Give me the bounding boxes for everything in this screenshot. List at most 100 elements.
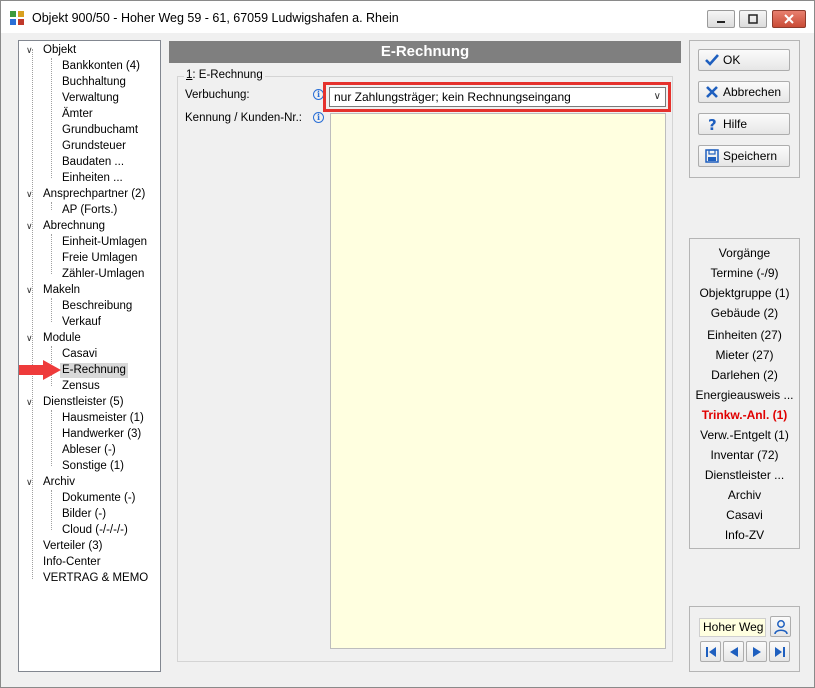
collapse-chevron-icon[interactable]: ∨ — [26, 285, 36, 295]
tree-connector — [32, 49, 33, 579]
tree-connector — [51, 298, 52, 322]
tree-item-objekt[interactable]: Objekt — [43, 43, 76, 58]
tree-item-ansprechpartner[interactable]: Ansprechpartner (2) — [43, 187, 145, 202]
tree-connector — [51, 202, 52, 210]
previous-record-button[interactable] — [723, 641, 744, 662]
tree-item-info-center[interactable]: Info-Center — [43, 555, 101, 570]
tree-item-einheit-umlagen[interactable]: Einheit-Umlagen — [62, 235, 147, 250]
kennung-textarea[interactable] — [330, 113, 666, 649]
tree-item-dokumente[interactable]: Dokumente (-) — [62, 491, 136, 506]
page-title: E-Rechnung — [169, 41, 681, 63]
help-icon: ? — [708, 116, 717, 132]
nav-mieter[interactable]: Mieter (27) — [690, 348, 799, 362]
nav-energieausweis[interactable]: Energieausweis ... — [690, 388, 799, 402]
tree-item-verteiler[interactable]: Verteiler (3) — [43, 539, 102, 554]
tree-item-freie-umlagen[interactable]: Freie Umlagen — [62, 251, 137, 266]
person-icon — [774, 620, 788, 635]
tree-item-zensus[interactable]: Zensus — [62, 379, 100, 394]
tree-item-beschreibung[interactable]: Beschreibung — [62, 299, 132, 314]
save-disk-icon — [705, 149, 719, 163]
first-record-button[interactable] — [700, 641, 721, 662]
speichern-label: Speichern — [723, 149, 778, 163]
svg-text:?: ? — [708, 116, 717, 132]
tree-item-module[interactable]: Module — [43, 331, 81, 346]
info-icon[interactable]: i — [313, 112, 324, 123]
nav-gebaeude[interactable]: Gebäude (2) — [690, 306, 799, 320]
minimize-button[interactable] — [707, 10, 735, 28]
tree-item-ap-forts[interactable]: AP (Forts.) — [62, 203, 117, 218]
group-label: 1: E-Rechnung — [184, 69, 265, 81]
navigation-tree: ∨ Objekt Bankkonten (4) Buchhaltung Verw… — [18, 40, 161, 672]
tree-item-casavi[interactable]: Casavi — [62, 347, 97, 362]
collapse-chevron-icon[interactable]: ∨ — [26, 397, 36, 407]
verbuchung-select[interactable]: nur Zahlungsträger; kein Rechnungseingan… — [329, 87, 666, 107]
collapse-chevron-icon[interactable]: ∨ — [26, 477, 36, 487]
nav-casavi[interactable]: Casavi — [690, 508, 799, 522]
collapse-chevron-icon[interactable]: ∨ — [26, 333, 36, 343]
nav-termine[interactable]: Termine (-/9) — [690, 266, 799, 280]
tree-item-vertrag-memo[interactable]: VERTRAG & MEMO — [43, 571, 148, 586]
nav-inventar[interactable]: Inventar (72) — [690, 448, 799, 462]
tree-connector — [51, 234, 52, 274]
maximize-button[interactable] — [739, 10, 767, 28]
tree-connector — [51, 58, 52, 178]
tree-item-baudaten[interactable]: Baudaten ... — [62, 155, 124, 170]
tree-item-bilder[interactable]: Bilder (-) — [62, 507, 106, 522]
tree-item-makeln[interactable]: Makeln — [43, 283, 80, 298]
close-icon — [784, 14, 794, 24]
nav-objektgruppe[interactable]: Objektgruppe (1) — [690, 286, 799, 300]
last-record-icon — [775, 647, 785, 657]
chevron-down-icon[interactable]: ∨ — [654, 88, 661, 106]
ok-button[interactable]: OK — [698, 49, 790, 71]
tree-item-ableser[interactable]: Ableser (-) — [62, 443, 116, 458]
next-record-button[interactable] — [746, 641, 767, 662]
collapse-chevron-icon[interactable]: ∨ — [26, 45, 36, 55]
nav-einheiten[interactable]: Einheiten (27) — [690, 328, 799, 342]
tree-item-sonstige[interactable]: Sonstige (1) — [62, 459, 124, 474]
tree-item-zaehler-umlagen[interactable]: Zähler-Umlagen — [62, 267, 144, 282]
tree-item-einheiten[interactable]: Einheiten ... — [62, 171, 123, 186]
verbuchung-selected-value: nur Zahlungsträger; kein Rechnungseingan… — [334, 90, 571, 104]
collapse-chevron-icon[interactable]: ∨ — [26, 221, 36, 231]
person-button[interactable] — [770, 616, 791, 637]
previous-record-icon — [730, 647, 738, 657]
speichern-button[interactable]: Speichern — [698, 145, 790, 167]
tree-item-grundsteuer[interactable]: Grundsteuer — [62, 139, 126, 154]
cancel-x-icon — [706, 86, 718, 98]
nav-dienstleister[interactable]: Dienstleister ... — [690, 468, 799, 482]
kennung-label: Kennung / Kunden-Nr.: — [185, 112, 302, 124]
tree-item-hausmeister[interactable]: Hausmeister (1) — [62, 411, 144, 426]
nav-verw-entgelt[interactable]: Verw.-Entgelt (1) — [690, 428, 799, 442]
hilfe-button[interactable]: ? Hilfe — [698, 113, 790, 135]
hilfe-label: Hilfe — [723, 117, 748, 131]
tree-item-e-rechnung[interactable]: E-Rechnung — [60, 363, 128, 378]
tree-item-handwerker[interactable]: Handwerker (3) — [62, 427, 141, 442]
tree-item-cloud[interactable]: Cloud (-/-/-/-) — [62, 523, 128, 538]
tree-item-verkauf[interactable]: Verkauf — [62, 315, 101, 330]
nav-trinkw-anl[interactable]: Trinkw.-Anl. (1) — [690, 408, 799, 422]
nav-vorgaenge[interactable]: Vorgänge — [690, 246, 799, 260]
tree-item-abrechnung[interactable]: Abrechnung — [43, 219, 105, 234]
tree-item-archiv[interactable]: Archiv — [43, 475, 75, 490]
tree-item-verwaltung[interactable]: Verwaltung — [62, 91, 119, 106]
tree-item-bankkonten[interactable]: Bankkonten (4) — [62, 59, 140, 74]
window-title: Objekt 900/50 - Hoher Weg 59 - 61, 67059… — [32, 11, 399, 25]
nav-info-zv[interactable]: Info-ZV — [690, 528, 799, 542]
ok-label: OK — [723, 53, 741, 67]
collapse-chevron-icon[interactable]: ∨ — [26, 189, 36, 199]
tree-item-buchhaltung[interactable]: Buchhaltung — [62, 75, 126, 90]
last-record-button[interactable] — [769, 641, 790, 662]
tree-item-grundbuchamt[interactable]: Grundbuchamt — [62, 123, 138, 138]
next-record-icon — [753, 647, 761, 657]
first-record-icon — [706, 647, 716, 657]
abbrechen-label: Abbrechen — [723, 85, 782, 99]
nav-darlehen[interactable]: Darlehen (2) — [690, 368, 799, 382]
abbrechen-button[interactable]: Abbrechen — [698, 81, 790, 103]
current-record-field: Hoher Weg — [699, 618, 766, 637]
nav-archiv[interactable]: Archiv — [690, 488, 799, 502]
main-window: Objekt 900/50 - Hoher Weg 59 - 61, 67059… — [0, 0, 815, 688]
tree-item-dienstleister[interactable]: Dienstleister (5) — [43, 395, 124, 410]
close-window-button[interactable] — [772, 10, 806, 28]
tree-item-aemter[interactable]: Ämter — [62, 107, 93, 122]
title-bar: Objekt 900/50 - Hoher Weg 59 - 61, 67059… — [1, 1, 814, 33]
